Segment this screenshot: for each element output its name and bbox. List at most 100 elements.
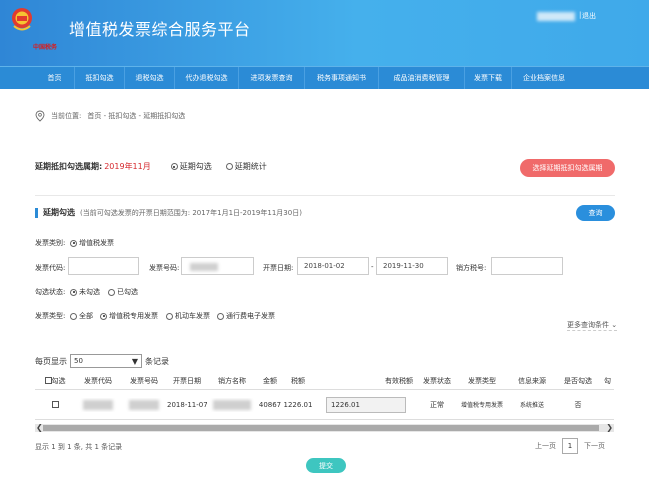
nav-left-strip <box>0 66 35 89</box>
period-row: 延期抵扣勾选属期: 2019年11月 延期勾选 延期统计 <box>35 161 267 172</box>
radio-status-checked[interactable]: 已勾选 <box>108 287 138 297</box>
scrollbar-thumb[interactable] <box>43 425 599 431</box>
table-header: 勾选 发票代码 发票号码 开票日期 销方名称 金额 税额 有效税额 发票状态 发… <box>35 372 614 390</box>
header-invoice-number: 发票号码 <box>130 376 158 385</box>
radio-dot-icon <box>225 163 233 170</box>
header-status: 发票状态 <box>423 376 451 385</box>
radio-period-check[interactable]: 延期勾选 <box>170 161 212 172</box>
radio-period-stats[interactable]: 延期统计 <box>225 161 267 172</box>
seller-tax-input[interactable] <box>491 257 563 275</box>
scroll-right-icon[interactable]: ❯ <box>606 423 613 432</box>
next-page-button[interactable]: 下一页 <box>584 441 605 451</box>
invoice-category-label: 发票类别: <box>35 239 66 247</box>
section-divider <box>35 195 615 196</box>
invoice-code-label: 发票代码: <box>35 264 66 272</box>
cell-amount: 40867 <box>258 400 282 409</box>
date-from-input[interactable]: 2018-01-02 <box>297 257 369 275</box>
radio-invoice-category[interactable]: 增值税发票 <box>70 238 114 248</box>
nav-item-refund-check[interactable]: 退税勾选 <box>125 67 175 89</box>
query-button[interactable]: 查询 <box>576 205 615 221</box>
period-label: 延期抵扣勾选属期: <box>35 162 103 171</box>
radio-dot-icon <box>70 239 77 247</box>
chevron-down-icon: ⌄ <box>611 321 618 329</box>
section-hint: (当前可勾选发票的开票日期范围为: 2017年1月1日-2019年11月30日) <box>80 208 302 217</box>
radio-dot-icon <box>108 288 115 296</box>
pagination: 上一页 1 下一页 <box>535 438 605 454</box>
header-type: 发票类型 <box>468 376 496 385</box>
radio-dot-icon <box>70 288 77 296</box>
row-checkbox[interactable] <box>35 401 75 409</box>
header-amount: 金额 <box>263 376 277 385</box>
invoice-code-input[interactable] <box>68 257 139 275</box>
nav-item-input-invoice-query[interactable]: 进项发票查询 <box>239 67 305 89</box>
page-number-button[interactable]: 1 <box>562 438 578 454</box>
top-header: 中国税务 增值税发票综合服务平台 | 退出 <box>0 0 649 66</box>
logout-link[interactable]: 退出 <box>582 11 596 21</box>
breadcrumb-path: 首页 - 抵扣勾选 - 延期抵扣勾选 <box>87 112 186 120</box>
prev-page-button[interactable]: 上一页 <box>535 441 556 451</box>
section-title: 延期勾选 <box>43 208 75 217</box>
nav-item-tax-notice[interactable]: 税务事项通知书 <box>305 67 379 89</box>
header-separator: | <box>579 11 582 19</box>
cell-selected: 否 <box>574 400 582 409</box>
select-period-button[interactable]: 选择延期抵扣勾选属期 <box>520 159 615 177</box>
header-seller-name: 销方名称 <box>218 376 246 385</box>
section-header: 延期勾选 (当前可勾选发票的开票日期范围为: 2017年1月1日-2019年11… <box>35 207 302 218</box>
effective-tax-input[interactable]: 1226.01 <box>326 396 406 413</box>
nav-item-invoice-download[interactable]: 发票下载 <box>465 67 512 89</box>
user-name-blurred <box>537 12 575 21</box>
page-size-row: 每页显示 50 ▼ 条记录 <box>35 354 169 368</box>
site-title: 增值税发票综合服务平台 <box>69 20 251 39</box>
cell-invoice-number-blurred <box>121 398 167 412</box>
nav-item-oil-tax[interactable]: 成品油消费税管理 <box>379 67 465 89</box>
radio-dot-icon <box>70 312 77 320</box>
chevron-down-icon: ▼ <box>131 356 138 366</box>
submit-button[interactable]: 提交 <box>306 458 346 473</box>
radio-dot-icon <box>100 312 107 320</box>
radio-status-unchecked[interactable]: 未勾选 <box>70 287 100 297</box>
breadcrumb: 当前位置: 首页 - 抵扣勾选 - 延期抵扣勾选 <box>35 110 185 122</box>
scroll-left-icon[interactable]: ❮ <box>36 423 43 432</box>
cell-effective-tax: 1226.01 <box>313 396 419 413</box>
radio-type-all[interactable]: 全部 <box>70 311 93 321</box>
cell-status: 正常 <box>430 400 444 409</box>
page-size-prefix: 每页显示 <box>35 356 67 366</box>
issue-date-label: 开票日期: <box>263 264 294 272</box>
nav-item-deduction-check[interactable]: 抵扣勾选 <box>75 67 125 89</box>
date-to-input[interactable]: 2019-11-30 <box>376 257 448 275</box>
page-size-suffix: 条记录 <box>145 356 169 366</box>
section-accent-bar <box>35 207 38 218</box>
main-nav: 首页 抵扣勾选 退税勾选 代办退税勾选 进项发票查询 税务事项通知书 成品油消费… <box>35 66 649 89</box>
cell-type: 增值税专用发票 <box>460 402 503 409</box>
table-horizontal-scrollbar[interactable]: ❮ ❯ <box>35 423 614 432</box>
header-effective-tax: 有效税额 <box>385 376 413 385</box>
header-select-all[interactable]: 勾选 <box>35 376 75 386</box>
cell-source: 系统推送 <box>519 402 544 409</box>
invoice-table: 勾选 发票代码 发票号码 开票日期 销方名称 金额 税额 有效税额 发票状态 发… <box>35 372 614 420</box>
cell-seller-name-blurred <box>207 398 257 412</box>
nav-item-agent-refund-check[interactable]: 代办退税勾选 <box>175 67 239 89</box>
more-conditions-toggle[interactable]: 更多查询条件 ⌄ <box>567 320 618 331</box>
radio-dot-icon <box>217 312 224 320</box>
radio-type-vat-special[interactable]: 增值税专用发票 <box>100 311 158 321</box>
period-value: 2019年11月 <box>104 162 151 171</box>
records-summary: 显示 1 到 1 条, 共 1 条记录 <box>35 443 123 451</box>
invoice-type-label: 发票类型: <box>35 312 66 320</box>
logo-text: 中国税务 <box>33 44 58 51</box>
cell-tax: 1226.01 <box>283 400 313 409</box>
header-source: 信息来源 <box>518 376 546 385</box>
location-pin-icon <box>35 110 45 122</box>
radio-type-toll[interactable]: 通行费电子发票 <box>217 311 275 321</box>
invoice-number-input[interactable] <box>181 257 254 275</box>
invoice-number-label: 发票号码: <box>149 264 180 272</box>
tax-emblem-icon <box>12 8 32 31</box>
date-separator: - <box>371 263 374 271</box>
nav-item-company-profile[interactable]: 企业档案信息 <box>512 67 576 89</box>
seller-tax-label: 销方税号: <box>456 264 487 272</box>
breadcrumb-prefix: 当前位置: <box>51 112 82 120</box>
page-size-select[interactable]: 50 ▼ <box>70 354 142 368</box>
radio-type-vehicle[interactable]: 机动车发票 <box>166 311 210 321</box>
nav-item-home[interactable]: 首页 <box>35 67 75 89</box>
checkbox-icon <box>51 401 59 408</box>
table-row: 2018-11-07 40867 1226.01 1226.01 正常 增值税专… <box>35 390 614 420</box>
